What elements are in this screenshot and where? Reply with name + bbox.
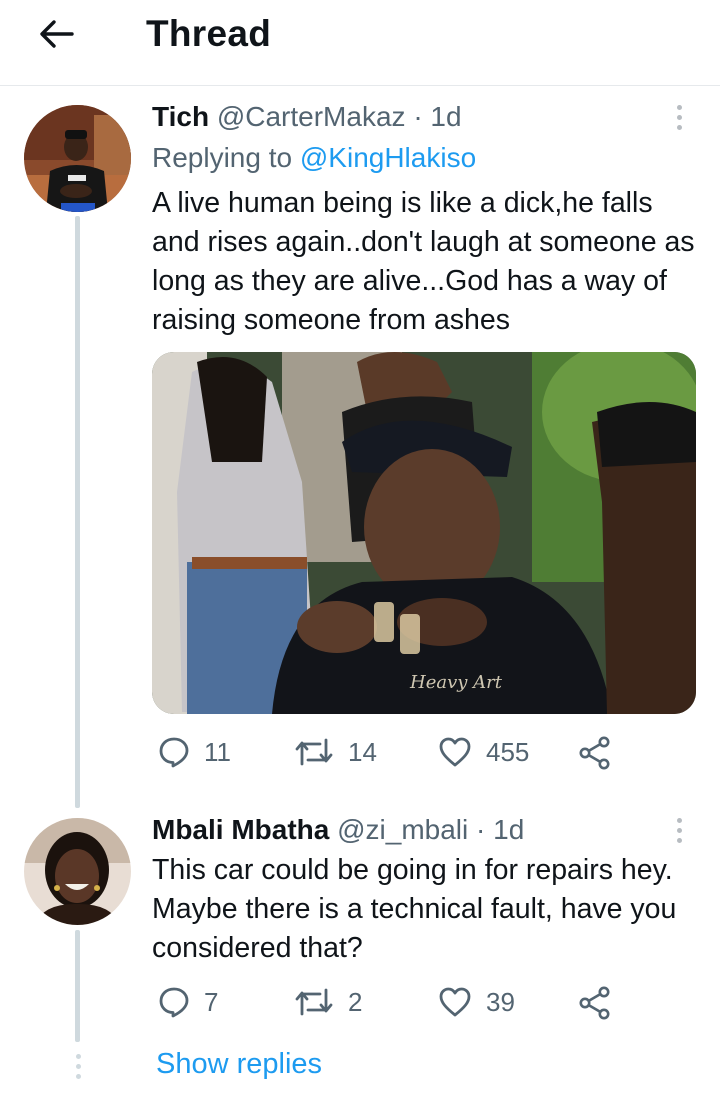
like-count: 39	[486, 986, 515, 1017]
retweet-button[interactable]: 14	[294, 736, 377, 768]
avatar-mbali[interactable]	[24, 818, 131, 925]
reply-count: 7	[204, 986, 219, 1017]
photo-image: Heavy Art	[152, 352, 696, 714]
show-replies-link[interactable]: Show replies	[156, 1048, 322, 1081]
more-vertical-icon	[676, 104, 682, 110]
more-options-button[interactable]	[664, 810, 694, 850]
replying-to-mention[interactable]: @KingHlakiso	[300, 142, 476, 173]
thread-connector-line	[75, 216, 80, 808]
top-bar: Thread	[0, 0, 720, 86]
share-button[interactable]	[579, 986, 611, 1020]
reply-count: 11	[204, 736, 231, 767]
like-count: 455	[486, 736, 530, 767]
retweet-icon	[295, 738, 333, 766]
like-button[interactable]: 39	[438, 986, 515, 1018]
reply-bubble-icon	[159, 987, 189, 1018]
avatar-image	[24, 105, 131, 212]
heart-icon	[439, 987, 471, 1017]
photo-watermark: Heavy Art	[409, 672, 503, 693]
author-name[interactable]: Tich	[152, 101, 209, 132]
page-title: Thread	[146, 13, 272, 54]
reply-button[interactable]: 7	[158, 986, 218, 1018]
retweet-count: 14	[348, 736, 377, 767]
arrow-left-icon	[40, 20, 74, 48]
thread-connector-line	[75, 930, 80, 1042]
tweet-text: A live human being is like a dick,he fal…	[152, 187, 695, 336]
retweet-button[interactable]: 2	[294, 986, 362, 1018]
replying-to: Replying to @KingHlakiso	[152, 142, 476, 174]
more-options-button[interactable]	[664, 97, 694, 137]
heart-icon	[439, 737, 471, 767]
separator-dot: ·	[476, 814, 486, 845]
retweet-icon	[295, 988, 333, 1016]
replying-to-label: Replying to	[152, 142, 300, 173]
retweet-count: 2	[348, 986, 363, 1017]
author-name[interactable]: Mbali Mbatha	[152, 814, 329, 845]
reply-button[interactable]: 11	[158, 736, 231, 768]
more-replies-dots	[74, 1054, 82, 1079]
author-handle[interactable]: @CarterMakaz	[217, 101, 406, 132]
share-icon	[579, 986, 610, 1020]
avatar-tich[interactable]	[24, 105, 131, 212]
avatar-image	[24, 818, 131, 925]
tweet-2-header: Mbali Mbatha @zi_mbali · 1d	[152, 814, 524, 846]
tweet-text: This car could be going in for repairs h…	[152, 854, 677, 964]
tweet-photo[interactable]: Heavy Art	[152, 352, 696, 714]
share-icon	[579, 736, 610, 770]
tweet-1-header: Tich @CarterMakaz · 1d	[152, 101, 462, 133]
author-handle[interactable]: @zi_mbali	[337, 814, 468, 845]
back-button[interactable]	[34, 14, 78, 54]
more-vertical-icon	[676, 817, 682, 823]
separator-dot: ·	[413, 101, 423, 132]
share-button[interactable]	[579, 736, 611, 770]
like-button[interactable]: 455	[438, 736, 529, 768]
tweet-time[interactable]: 1d	[430, 101, 461, 132]
tweet-time[interactable]: 1d	[493, 814, 524, 845]
reply-bubble-icon	[159, 737, 189, 768]
